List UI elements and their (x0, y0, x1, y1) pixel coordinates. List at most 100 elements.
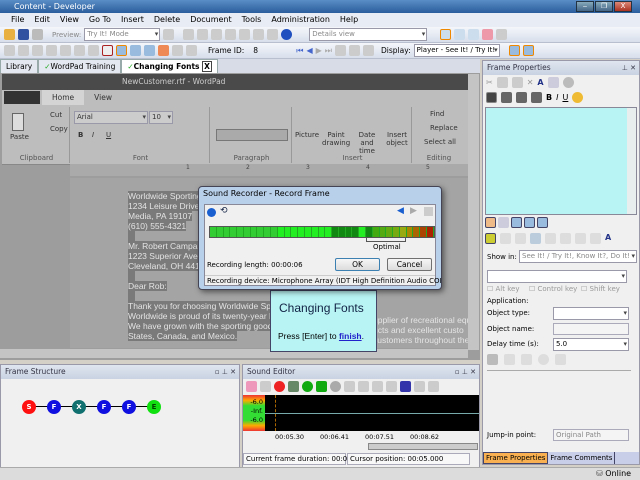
last-frame-icon[interactable]: ⏭ (325, 46, 332, 56)
horizontal-scrollbar[interactable] (0, 349, 468, 358)
menu-edit[interactable]: Edit (29, 13, 55, 27)
font-name-select[interactable]: Arial (74, 111, 148, 124)
preview-icon[interactable] (163, 29, 175, 40)
frame-icon[interactable] (560, 233, 571, 244)
app-menu-button[interactable] (4, 91, 40, 104)
copy-icon[interactable] (358, 380, 369, 392)
ribbon-tab-view[interactable]: View (84, 90, 122, 105)
undo-icon[interactable] (239, 29, 251, 40)
panel-controls[interactable]: ▫ ⊥ ✕ (215, 365, 236, 379)
link-icon[interactable] (74, 45, 85, 56)
help-icon[interactable] (281, 29, 293, 40)
italic-button[interactable]: I (92, 131, 94, 139)
pointer-icon[interactable] (530, 233, 541, 244)
layout-horizontal-icon[interactable] (454, 29, 466, 40)
bubble-style-icon[interactable] (485, 217, 496, 228)
back-icon[interactable]: ◀ (397, 206, 404, 216)
cursor-icon[interactable] (487, 354, 498, 365)
object-type-select[interactable] (553, 307, 629, 320)
publish-icon[interactable] (32, 29, 43, 40)
object-name-field[interactable] (553, 323, 629, 335)
shift-key-checkbox[interactable]: ☐ Shift key (581, 285, 620, 293)
play-icon[interactable] (302, 380, 313, 392)
frame-node[interactable]: F (47, 400, 61, 414)
restart-icon[interactable]: ⟲ (220, 206, 228, 216)
copy-button[interactable]: Copy (50, 125, 68, 133)
play-selection-icon[interactable] (316, 380, 327, 392)
branch2-icon[interactable] (46, 45, 57, 56)
menu-administration[interactable]: Administration (266, 13, 335, 27)
close-tab-icon[interactable]: X (202, 61, 212, 72)
ribbon-tab-home[interactable]: Home (42, 90, 85, 105)
delete-icon[interactable] (386, 380, 397, 392)
font-icon[interactable]: A (537, 78, 543, 87)
menu-delete[interactable]: Delete (149, 13, 185, 27)
bubble-icon[interactable] (500, 233, 511, 244)
action-select[interactable] (487, 270, 627, 283)
find-button[interactable]: Find (430, 110, 444, 118)
text-field-icon[interactable] (547, 77, 559, 88)
cut-icon[interactable] (183, 29, 195, 40)
select-all-button[interactable]: Select all (424, 138, 456, 146)
view-select[interactable]: Details view (309, 28, 428, 41)
bold-button[interactable]: B (78, 131, 83, 139)
layout-vertical-icon[interactable] (468, 29, 480, 40)
menu-tools[interactable]: Tools (237, 13, 267, 27)
justify-icon[interactable] (531, 92, 542, 103)
paste-icon[interactable] (372, 380, 383, 392)
copy-icon[interactable] (197, 29, 209, 40)
frame2-icon[interactable] (575, 233, 586, 244)
editor-scrollbar[interactable] (627, 108, 636, 214)
date-time-button[interactable]: Date and time (352, 131, 382, 155)
stop-icon[interactable] (330, 380, 341, 392)
finish-link[interactable]: finish (339, 331, 362, 341)
layout-icon[interactable] (440, 29, 452, 40)
branch-icon[interactable] (32, 45, 43, 56)
hand-icon[interactable] (515, 233, 526, 244)
delete-icon[interactable]: ✕ (527, 78, 534, 87)
export-sound-icon[interactable] (260, 380, 271, 392)
panel-controls[interactable]: ⊥ ✕ (622, 61, 636, 75)
menu-help[interactable]: Help (335, 13, 363, 27)
bubble-position-icon[interactable] (511, 217, 522, 228)
bubble-edit-icon[interactable] (498, 217, 509, 228)
tab-changing-fonts[interactable]: ✓Changing Fonts X (121, 59, 218, 73)
menu-insert[interactable]: Insert (116, 13, 149, 27)
tab-frame-properties[interactable]: Frame Properties (483, 452, 549, 464)
maximize-button[interactable]: ❐ (595, 1, 613, 12)
font-size-select[interactable]: 10 (149, 111, 173, 124)
tab-wordpad-training[interactable]: ✓WordPad Training (38, 59, 122, 73)
frame3-icon[interactable] (590, 233, 601, 244)
next-frame-icon[interactable]: ▶ (316, 46, 322, 55)
go-start-icon[interactable] (428, 380, 439, 392)
redo-icon[interactable] (253, 29, 265, 40)
jump-in-field[interactable]: Original Path (553, 429, 629, 441)
rectangle-icon[interactable] (504, 354, 515, 365)
picture-button[interactable]: Picture (294, 131, 320, 139)
cut-icon[interactable]: ✂ (486, 78, 493, 87)
paste-icon[interactable] (211, 29, 223, 40)
delete-icon[interactable] (225, 29, 237, 40)
waveform-display[interactable] (265, 395, 479, 431)
open-icon[interactable] (4, 29, 15, 40)
capture-icon[interactable] (130, 45, 141, 56)
prev-frame-icon[interactable]: ◀ (306, 46, 312, 55)
minimize-button[interactable]: ‒ (576, 1, 594, 12)
markers-icon[interactable] (414, 380, 425, 392)
align-buttons[interactable] (216, 129, 288, 141)
properties-icon[interactable] (482, 29, 494, 40)
split-icon[interactable] (349, 45, 360, 56)
tab-library[interactable]: Library (0, 59, 39, 73)
zoom-slider[interactable] (368, 443, 478, 450)
menu-view[interactable]: View (55, 13, 84, 27)
forward-icon[interactable]: ▶ (410, 206, 417, 216)
shield-icon[interactable] (4, 45, 15, 56)
package2-icon[interactable] (172, 45, 183, 56)
menu-file[interactable]: File (6, 13, 29, 27)
frame-node[interactable]: X (72, 400, 86, 414)
check-bubble-icon[interactable] (485, 233, 496, 244)
cut-button[interactable]: Cut (50, 111, 62, 119)
goto-icon[interactable] (335, 45, 346, 56)
alt-key-checkbox[interactable]: ☐ Alt key (487, 285, 519, 293)
player-layout2-icon[interactable] (522, 45, 534, 56)
